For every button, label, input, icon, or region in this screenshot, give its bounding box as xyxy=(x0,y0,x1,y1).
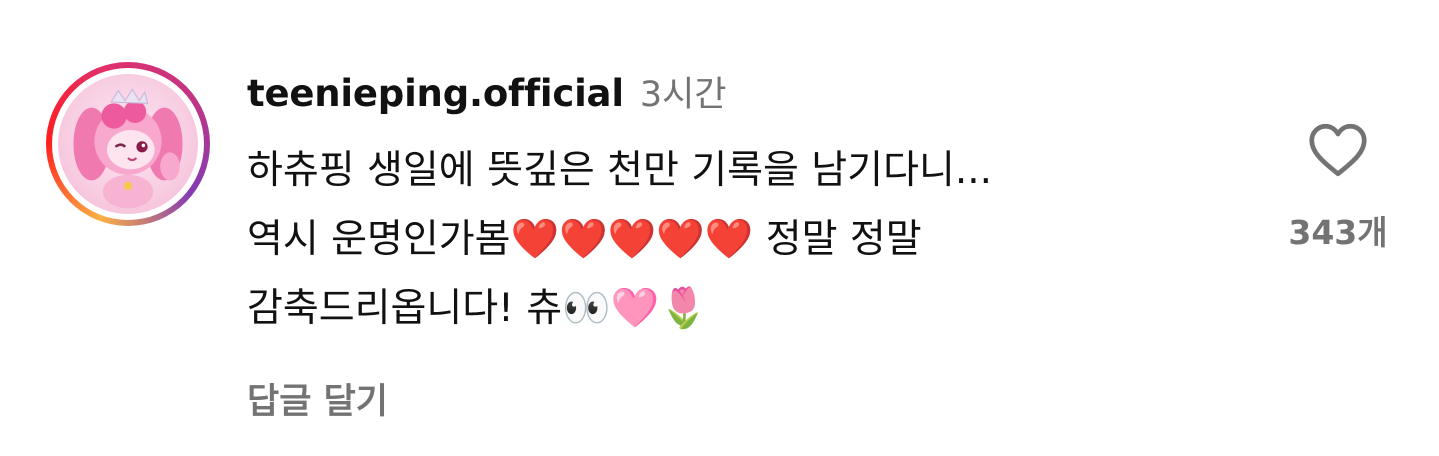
heart-outline-icon[interactable] xyxy=(1308,122,1368,178)
comment-body: teenieping.official 3시간 하츄핑 생일에 뜻깊은 천만 기… xyxy=(247,66,1247,424)
username-link[interactable]: teenieping.official xyxy=(247,72,624,115)
timestamp: 3시간 xyxy=(639,75,727,115)
avatar-story-ring[interactable] xyxy=(46,62,210,226)
comment-text: 하츄핑 생일에 뜻깊은 천만 기록을 남기다니... 역시 운명인가봄❤️❤️❤… xyxy=(247,148,993,331)
like-section: 343개 xyxy=(1278,122,1398,254)
pink-character-icon xyxy=(73,88,183,209)
comment-header: teenieping.official 3시간 xyxy=(247,66,1247,126)
avatar-frame xyxy=(52,68,204,220)
like-count[interactable]: 343개 xyxy=(1288,206,1387,254)
avatar xyxy=(58,74,198,214)
comment-item: teenieping.official 3시간 하츄핑 생일에 뜻깊은 천만 기… xyxy=(0,0,1439,456)
reply-button[interactable]: 답글 달기 xyxy=(247,373,1247,424)
